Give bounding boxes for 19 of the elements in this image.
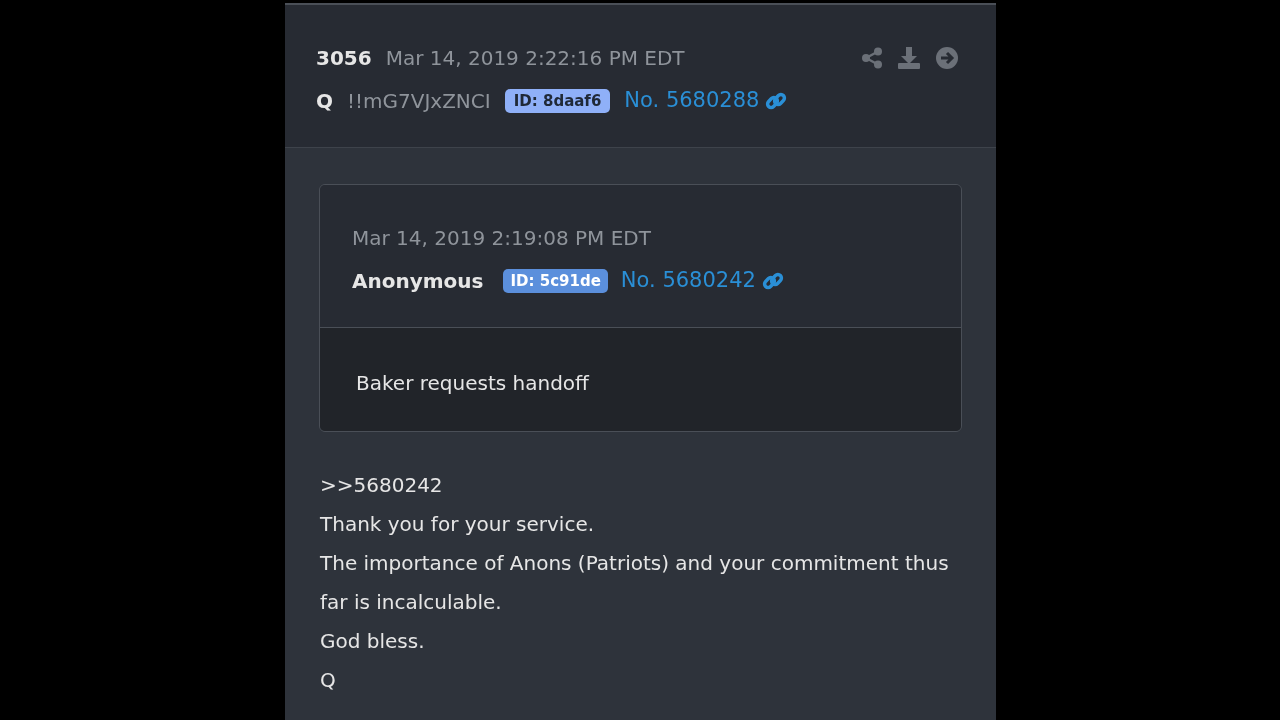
author-name: Anonymous [352,267,484,295]
author-name: Q [316,87,333,115]
quoted-post-date: Mar 14, 2019 2:19:08 PM EDT [352,225,652,252]
tripcode: !!mG7VJxZNCI [347,87,491,115]
id-badge: ID: 8daaf6 [504,88,611,113]
post-link[interactable]: No. 5680242 [620,265,756,297]
arrow-right-icon[interactable] [935,46,959,70]
post-text-line: The importance of Anons (Patriots) and your commitment thus far is incalculable. [320,550,950,616]
post-text-line: >>5680242 [320,472,444,499]
post-text-line: Thank you for your service. [320,511,596,538]
id-badge: ID: 5c91de [503,268,608,293]
post-text-line: God bless. [320,628,426,655]
download-icon[interactable] [897,46,921,70]
post-number: 3056 [316,45,372,72]
post-date: Mar 14, 2019 2:22:16 PM EDT [385,45,685,72]
quoted-post-text: Baker requests handoff [356,371,589,395]
share-icon[interactable] [861,47,883,69]
post-text-line: Q [320,667,337,694]
post-link[interactable]: No. 5680288 [624,85,760,117]
